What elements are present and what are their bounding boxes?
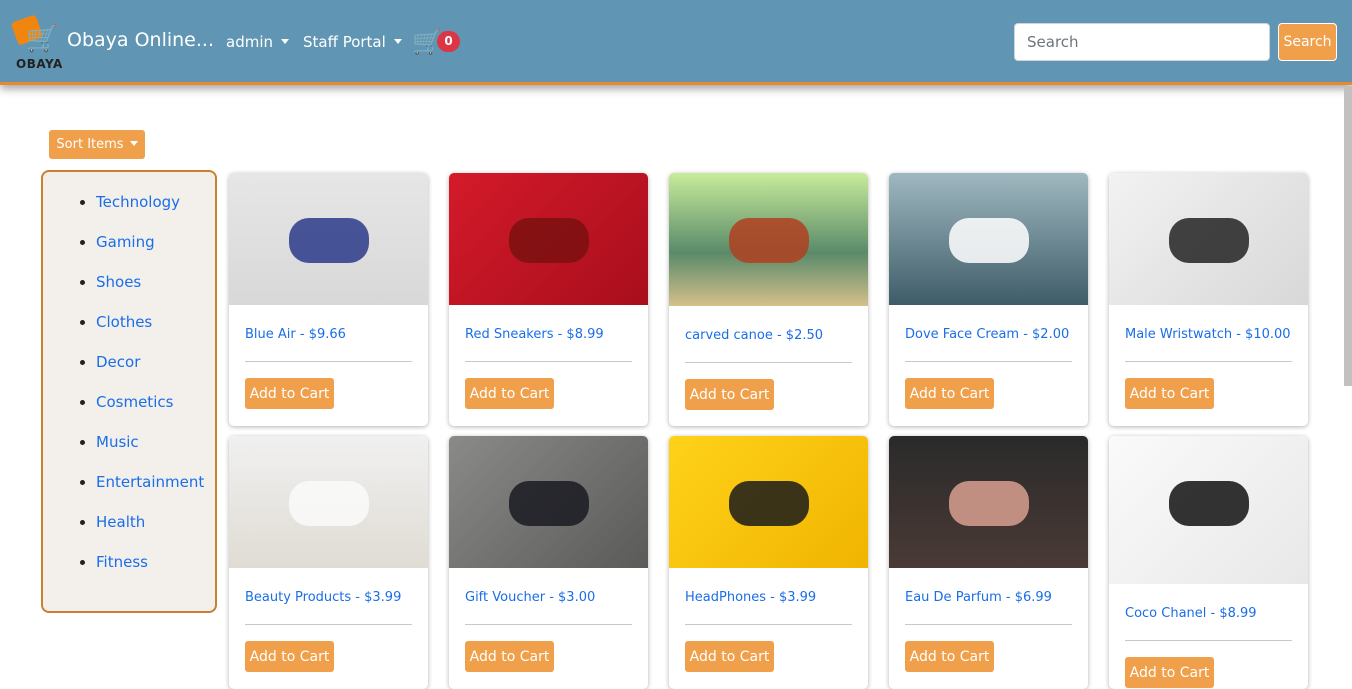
product-shape — [1169, 481, 1249, 526]
product-image — [669, 173, 868, 306]
staff-portal-dropdown[interactable]: Staff Portal — [303, 33, 402, 51]
product-title[interactable]: carved canoe - $2.50 — [685, 328, 823, 343]
product-title[interactable]: Dove Face Cream - $2.00 — [905, 327, 1069, 342]
category-item: Technology — [96, 193, 215, 233]
product-image — [1109, 436, 1308, 584]
logo-text: OBAYA — [16, 57, 63, 71]
product-shape — [289, 218, 369, 263]
product-image — [1109, 173, 1308, 305]
divider — [685, 624, 852, 625]
category-link-clothes[interactable]: Clothes — [96, 313, 152, 331]
add-to-cart-button[interactable]: Add to Cart — [245, 641, 334, 672]
category-item: Clothes — [96, 313, 215, 353]
product-shape — [509, 218, 589, 263]
category-link-decor[interactable]: Decor — [96, 353, 140, 371]
product-card: Blue Air - $9.66 Add to Cart — [229, 173, 428, 426]
category-link-fitness[interactable]: Fitness — [96, 553, 148, 571]
product-title[interactable]: HeadPhones - $3.99 — [685, 590, 816, 605]
product-shape — [729, 218, 809, 263]
product-title[interactable]: Beauty Products - $3.99 — [245, 590, 401, 605]
product-image — [229, 173, 428, 305]
category-link-entertainment[interactable]: Entertainment — [96, 473, 204, 491]
category-link-health[interactable]: Health — [96, 513, 145, 531]
category-link-cosmetics[interactable]: Cosmetics — [96, 393, 173, 411]
product-card: Gift Voucher - $3.00 Add to Cart — [449, 436, 648, 689]
search-button[interactable]: Search — [1278, 23, 1337, 61]
product-card: Beauty Products - $3.99 Add to Cart — [229, 436, 428, 689]
add-to-cart-button[interactable]: Add to Cart — [465, 378, 554, 409]
divider — [465, 624, 632, 625]
add-to-cart-button[interactable]: Add to Cart — [1125, 378, 1214, 409]
product-title[interactable]: Blue Air - $9.66 — [245, 327, 346, 342]
add-to-cart-button[interactable]: Add to Cart — [685, 641, 774, 672]
add-to-cart-button[interactable]: Add to Cart — [905, 641, 994, 672]
divider — [1125, 640, 1292, 641]
cart-logo-icon: 🛒 — [26, 24, 59, 54]
product-image — [229, 436, 428, 568]
divider — [1125, 361, 1292, 362]
divider — [685, 362, 852, 363]
product-title[interactable]: Red Sneakers - $8.99 — [465, 327, 604, 342]
product-image — [449, 173, 648, 305]
product-shape — [729, 481, 809, 526]
scrollbar[interactable] — [1344, 86, 1352, 386]
product-title[interactable]: Male Wristwatch - $10.00 — [1125, 327, 1291, 342]
category-link-technology[interactable]: Technology — [96, 193, 180, 211]
category-item: Shoes — [96, 273, 215, 313]
divider — [245, 624, 412, 625]
product-image — [889, 173, 1088, 305]
category-item: Health — [96, 513, 215, 553]
category-link-gaming[interactable]: Gaming — [96, 233, 155, 251]
category-item: Gaming — [96, 233, 215, 273]
product-card: Eau De Parfum - $6.99 Add to Cart — [889, 436, 1088, 689]
add-to-cart-button[interactable]: Add to Cart — [685, 379, 774, 410]
product-shape — [949, 481, 1029, 526]
navbar: 🛒 OBAYA Obaya Online... admin Staff Port… — [0, 0, 1352, 85]
search-input[interactable] — [1014, 23, 1270, 61]
divider — [905, 624, 1072, 625]
divider — [465, 361, 632, 362]
category-sidebar: Technology Gaming Shoes Clothes Decor Cosmeti… — [41, 170, 217, 613]
category-item: Entertainment — [96, 473, 215, 513]
admin-dropdown[interactable]: admin — [226, 33, 289, 51]
cart-count-badge: 0 — [437, 31, 460, 52]
add-to-cart-button[interactable]: Add to Cart — [1125, 657, 1214, 688]
category-link-music[interactable]: Music — [96, 433, 139, 451]
product-card: Dove Face Cream - $2.00 Add to Cart — [889, 173, 1088, 426]
brand-link[interactable]: Obaya Online... — [67, 29, 214, 51]
add-to-cart-button[interactable]: Add to Cart — [905, 378, 994, 409]
divider — [245, 361, 412, 362]
product-card: Coco Chanel - $8.99 Add to Cart — [1109, 436, 1308, 689]
add-to-cart-button[interactable]: Add to Cart — [465, 641, 554, 672]
product-card: HeadPhones - $3.99 Add to Cart — [669, 436, 868, 689]
product-card: carved canoe - $2.50 Add to Cart — [669, 173, 868, 426]
product-image — [669, 436, 868, 568]
product-title[interactable]: Gift Voucher - $3.00 — [465, 590, 595, 605]
category-item: Cosmetics — [96, 393, 215, 433]
product-title[interactable]: Eau De Parfum - $6.99 — [905, 590, 1052, 605]
category-item: Decor — [96, 353, 215, 393]
category-item: Fitness — [96, 553, 215, 593]
product-image — [449, 436, 648, 568]
product-title[interactable]: Coco Chanel - $8.99 — [1125, 606, 1257, 621]
obaya-logo[interactable]: 🛒 OBAYA — [10, 14, 64, 72]
add-to-cart-button[interactable]: Add to Cart — [245, 378, 334, 409]
product-card: Male Wristwatch - $10.00 Add to Cart — [1109, 173, 1308, 426]
product-shape — [1169, 218, 1249, 263]
product-card: Red Sneakers - $8.99 Add to Cart — [449, 173, 648, 426]
product-image — [889, 436, 1088, 568]
product-shape — [289, 481, 369, 526]
category-item: Music — [96, 433, 215, 473]
sort-items-dropdown[interactable]: Sort Items — [49, 130, 145, 159]
product-shape — [949, 218, 1029, 263]
product-shape — [509, 481, 589, 526]
category-link-shoes[interactable]: Shoes — [96, 273, 141, 291]
divider — [905, 361, 1072, 362]
